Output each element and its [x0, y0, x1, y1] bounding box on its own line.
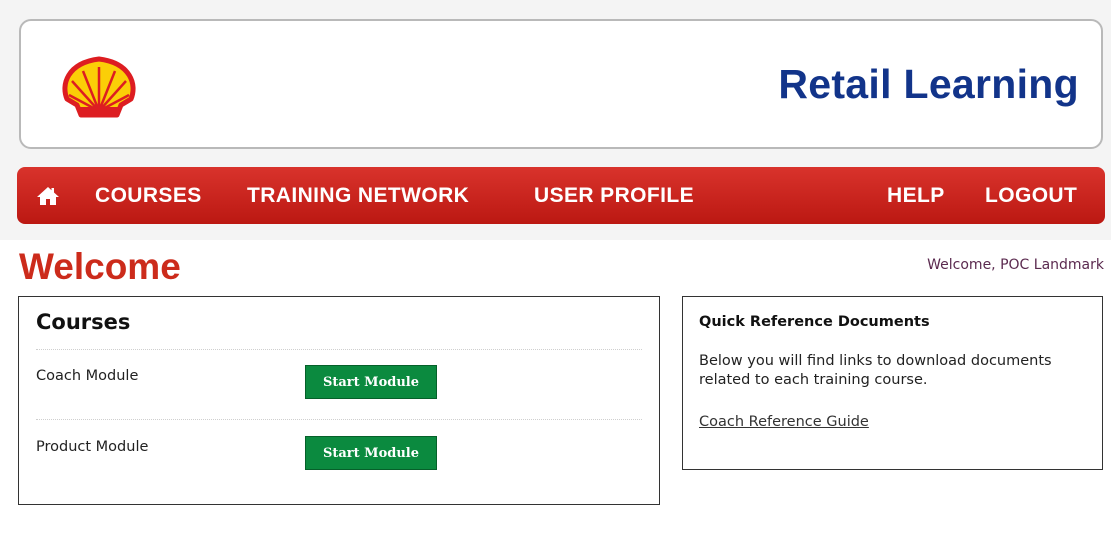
home-icon[interactable] — [36, 186, 60, 206]
course-name-product: Product Module — [36, 439, 149, 455]
start-product-module-button[interactable]: Start Module — [305, 436, 437, 470]
quick-reference-title: Quick Reference Documents — [699, 314, 930, 330]
divider — [36, 419, 642, 420]
divider — [36, 349, 642, 350]
site-title: Retail Learning — [778, 61, 1079, 107]
user-greeting: Welcome, POC Landmark — [927, 257, 1104, 273]
nav-user-profile[interactable]: USER PROFILE — [534, 167, 694, 224]
nav-courses[interactable]: COURSES — [95, 167, 202, 224]
coach-reference-guide-link[interactable]: Coach Reference Guide — [699, 414, 869, 430]
main-nav: COURSES TRAINING NETWORK USER PROFILE HE… — [17, 167, 1105, 224]
site-header: Retail Learning — [19, 19, 1103, 149]
courses-panel: Courses Coach Module Start Module Produc… — [18, 296, 660, 505]
shell-pecten-logo — [62, 56, 136, 118]
nav-help[interactable]: HELP — [887, 167, 945, 224]
quick-reference-description: Below you will find links to download do… — [699, 353, 1052, 388]
nav-training-network[interactable]: TRAINING NETWORK — [247, 167, 469, 224]
page-title: Welcome — [19, 246, 181, 287]
quick-reference-panel: Quick Reference Documents Below you will… — [682, 296, 1103, 470]
start-coach-module-button[interactable]: Start Module — [305, 365, 437, 399]
nav-logout[interactable]: LOGOUT — [985, 167, 1077, 224]
courses-title: Courses — [36, 310, 131, 334]
course-name-coach: Coach Module — [36, 368, 139, 384]
